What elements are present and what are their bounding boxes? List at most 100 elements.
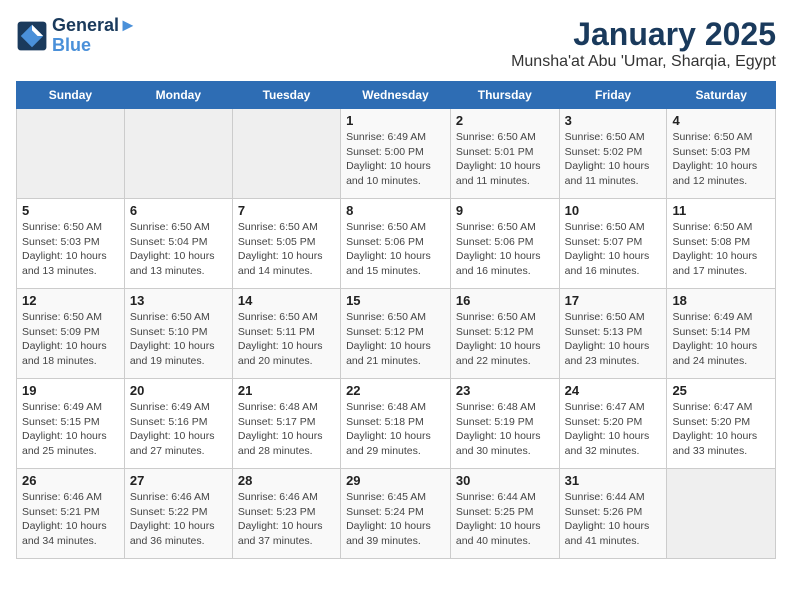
day-info: Sunrise: 6:50 AM Sunset: 5:06 PM Dayligh… [346, 220, 445, 279]
day-number: 19 [22, 383, 119, 398]
calendar-cell: 14 Sunrise: 6:50 AM Sunset: 5:11 PM Dayli… [232, 289, 340, 379]
weekday-header-tuesday: Tuesday [232, 82, 340, 109]
day-number: 20 [130, 383, 227, 398]
day-info: Sunrise: 6:45 AM Sunset: 5:24 PM Dayligh… [346, 490, 445, 549]
calendar-cell: 13Sunrise: 6:50 AM Sunset: 5:10 PM Dayli… [124, 289, 232, 379]
day-info: Sunrise: 6:47 AM Sunset: 5:20 PM Dayligh… [672, 400, 770, 459]
day-info: Sunrise: 6:48 AM Sunset: 5:18 PM Dayligh… [346, 400, 445, 459]
day-number: 7 [238, 203, 335, 218]
day-info: Sunrise: 6:50 AM Sunset: 5:08 PM Dayligh… [672, 220, 770, 279]
day-number: 21 [238, 383, 335, 398]
weekday-header-friday: Friday [559, 82, 667, 109]
day-info: Sunrise: 6:50 AM Sunset: 5:12 PM Dayligh… [456, 310, 554, 369]
calendar-cell: 2 Sunrise: 6:50 AM Sunset: 5:01 PM Daylig… [450, 109, 559, 199]
day-info: Sunrise: 6:50 AM Sunset: 5:06 PM Dayligh… [456, 220, 554, 279]
day-number: 27 [130, 473, 227, 488]
calendar-table: SundayMondayTuesdayWednesdayThursdayFrid… [16, 81, 776, 559]
calendar-cell: 15 Sunrise: 6:50 AM Sunset: 5:12 PM Dayli… [341, 289, 451, 379]
day-number: 22 [346, 383, 445, 398]
day-number: 8 [346, 203, 445, 218]
calendar-cell: 28Sunrise: 6:46 AM Sunset: 5:23 PM Dayli… [232, 469, 340, 559]
weekday-header-thursday: Thursday [450, 82, 559, 109]
location-title: Munsha'at Abu 'Umar, Sharqia, Egypt [511, 53, 776, 71]
day-info: Sunrise: 6:50 AM Sunset: 5:12 PM Dayligh… [346, 310, 445, 369]
day-number: 4 [672, 113, 770, 128]
weekday-header-monday: Monday [124, 82, 232, 109]
calendar-cell: 5 Sunrise: 6:50 AM Sunset: 5:03 PM Daylig… [17, 199, 125, 289]
calendar-cell: 24 Sunrise: 6:47 AM Sunset: 5:20 PM Dayli… [559, 379, 667, 469]
day-number: 26 [22, 473, 119, 488]
day-info: Sunrise: 6:48 AM Sunset: 5:19 PM Dayligh… [456, 400, 554, 459]
day-info: Sunrise: 6:47 AM Sunset: 5:20 PM Dayligh… [565, 400, 662, 459]
calendar-cell: 31 Sunrise: 6:44 AM Sunset: 5:26 PM Dayli… [559, 469, 667, 559]
calendar-cell [667, 469, 776, 559]
day-number: 16 [456, 293, 554, 308]
day-number: 5 [22, 203, 119, 218]
calendar-cell: 11 Sunrise: 6:50 AM Sunset: 5:08 PM Dayli… [667, 199, 776, 289]
day-number: 11 [672, 203, 770, 218]
day-number: 25 [672, 383, 770, 398]
weekday-header-sunday: Sunday [17, 82, 125, 109]
day-number: 17 [565, 293, 662, 308]
logo: General► Blue [16, 16, 137, 56]
day-number: 30 [456, 473, 554, 488]
day-info: Sunrise: 6:44 AM Sunset: 5:26 PM Dayligh… [565, 490, 662, 549]
day-number: 12 [22, 293, 119, 308]
day-number: 31 [565, 473, 662, 488]
day-number: 6 [130, 203, 227, 218]
month-title: January 2025 [511, 16, 776, 53]
calendar-cell: 19Sunrise: 6:49 AM Sunset: 5:15 PM Dayli… [17, 379, 125, 469]
calendar-cell [232, 109, 340, 199]
logo-icon [16, 20, 48, 52]
day-info: Sunrise: 6:50 AM Sunset: 5:09 PM Dayligh… [22, 310, 119, 369]
calendar-cell: 25 Sunrise: 6:47 AM Sunset: 5:20 PM Dayli… [667, 379, 776, 469]
calendar-cell: 27 Sunrise: 6:46 AM Sunset: 5:22 PM Dayli… [124, 469, 232, 559]
calendar-cell: 26 Sunrise: 6:46 AM Sunset: 5:21 PM Dayli… [17, 469, 125, 559]
calendar-cell: 18Sunrise: 6:49 AM Sunset: 5:14 PM Dayli… [667, 289, 776, 379]
calendar-cell: 3Sunrise: 6:50 AM Sunset: 5:02 PM Daylig… [559, 109, 667, 199]
calendar-cell: 22 Sunrise: 6:48 AM Sunset: 5:18 PM Dayli… [341, 379, 451, 469]
calendar-cell: 16 Sunrise: 6:50 AM Sunset: 5:12 PM Dayli… [450, 289, 559, 379]
day-number: 24 [565, 383, 662, 398]
calendar-cell: 12 Sunrise: 6:50 AM Sunset: 5:09 PM Dayli… [17, 289, 125, 379]
calendar-cell: 20 Sunrise: 6:49 AM Sunset: 5:16 PM Dayli… [124, 379, 232, 469]
day-info: Sunrise: 6:48 AM Sunset: 5:17 PM Dayligh… [238, 400, 335, 459]
day-info: Sunrise: 6:50 AM Sunset: 5:07 PM Dayligh… [565, 220, 662, 279]
calendar-cell: 21 Sunrise: 6:48 AM Sunset: 5:17 PM Dayli… [232, 379, 340, 469]
calendar-cell [124, 109, 232, 199]
day-number: 10 [565, 203, 662, 218]
calendar-cell: 23 Sunrise: 6:48 AM Sunset: 5:19 PM Dayli… [450, 379, 559, 469]
day-info: Sunrise: 6:50 AM Sunset: 5:13 PM Dayligh… [565, 310, 662, 369]
day-info: Sunrise: 6:50 AM Sunset: 5:03 PM Dayligh… [22, 220, 119, 279]
day-info: Sunrise: 6:49 AM Sunset: 5:00 PM Dayligh… [346, 130, 445, 189]
day-number: 2 [456, 113, 554, 128]
day-info: Sunrise: 6:50 AM Sunset: 5:11 PM Dayligh… [238, 310, 335, 369]
calendar-cell: 8 Sunrise: 6:50 AM Sunset: 5:06 PM Daylig… [341, 199, 451, 289]
calendar-cell: 30 Sunrise: 6:44 AM Sunset: 5:25 PM Dayli… [450, 469, 559, 559]
calendar-cell: 29 Sunrise: 6:45 AM Sunset: 5:24 PM Dayli… [341, 469, 451, 559]
day-info: Sunrise: 6:46 AM Sunset: 5:21 PM Dayligh… [22, 490, 119, 549]
day-info: Sunrise: 6:44 AM Sunset: 5:25 PM Dayligh… [456, 490, 554, 549]
day-number: 14 [238, 293, 335, 308]
logo-text: General► Blue [52, 16, 137, 56]
day-number: 3 [565, 113, 662, 128]
day-info: Sunrise: 6:46 AM Sunset: 5:22 PM Dayligh… [130, 490, 227, 549]
day-info: Sunrise: 6:50 AM Sunset: 5:03 PM Dayligh… [672, 130, 770, 189]
calendar-cell: 17 Sunrise: 6:50 AM Sunset: 5:13 PM Dayli… [559, 289, 667, 379]
day-number: 29 [346, 473, 445, 488]
day-info: Sunrise: 6:50 AM Sunset: 5:04 PM Dayligh… [130, 220, 227, 279]
day-info: Sunrise: 6:50 AM Sunset: 5:01 PM Dayligh… [456, 130, 554, 189]
day-number: 1 [346, 113, 445, 128]
day-number: 13 [130, 293, 227, 308]
day-info: Sunrise: 6:49 AM Sunset: 5:14 PM Dayligh… [672, 310, 770, 369]
day-number: 23 [456, 383, 554, 398]
day-number: 15 [346, 293, 445, 308]
calendar-cell: 1 Sunrise: 6:49 AM Sunset: 5:00 PM Daylig… [341, 109, 451, 199]
day-info: Sunrise: 6:49 AM Sunset: 5:16 PM Dayligh… [130, 400, 227, 459]
weekday-header-saturday: Saturday [667, 82, 776, 109]
day-info: Sunrise: 6:50 AM Sunset: 5:05 PM Dayligh… [238, 220, 335, 279]
title-block: January 2025 Munsha'at Abu 'Umar, Sharqi… [511, 16, 776, 71]
calendar-cell: 10 Sunrise: 6:50 AM Sunset: 5:07 PM Dayli… [559, 199, 667, 289]
calendar-cell: 9Sunrise: 6:50 AM Sunset: 5:06 PM Daylig… [450, 199, 559, 289]
page-header: General► Blue January 2025 Munsha'at Abu… [16, 16, 776, 71]
